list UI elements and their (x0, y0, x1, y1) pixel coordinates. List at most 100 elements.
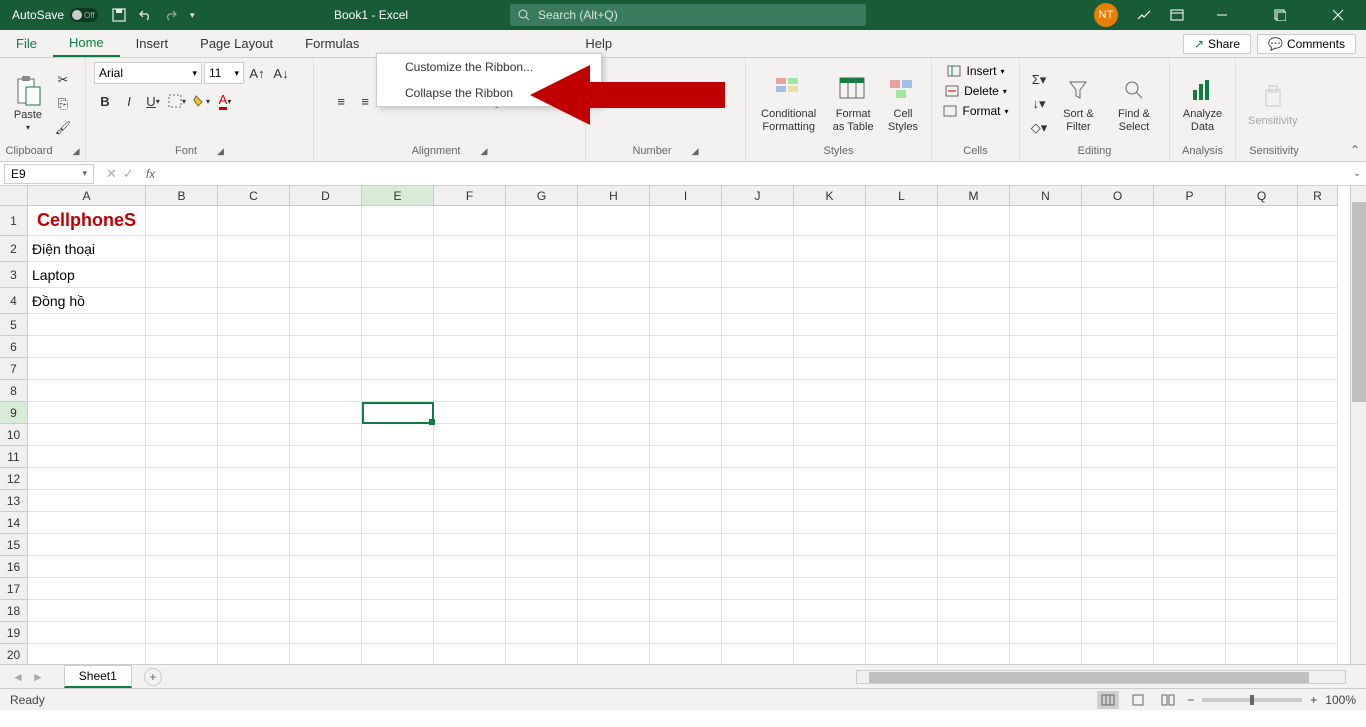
cell[interactable] (506, 358, 578, 380)
tab-file[interactable]: File (0, 30, 53, 57)
cell[interactable] (146, 380, 218, 402)
cell[interactable] (578, 336, 650, 358)
cell[interactable] (1082, 236, 1154, 262)
cell[interactable] (218, 490, 290, 512)
cell[interactable] (1154, 358, 1226, 380)
cell[interactable] (866, 206, 938, 236)
col-header[interactable]: M (938, 186, 1010, 206)
cell[interactable] (146, 512, 218, 534)
fill-icon[interactable]: ↓▾ (1028, 93, 1050, 115)
app-mode-icon[interactable] (1136, 7, 1152, 23)
cell[interactable] (938, 622, 1010, 644)
page-break-view-button[interactable] (1157, 691, 1179, 709)
cell[interactable] (362, 206, 434, 236)
cell[interactable] (506, 262, 578, 288)
col-header[interactable]: K (794, 186, 866, 206)
cell[interactable] (28, 490, 146, 512)
cell[interactable] (722, 262, 794, 288)
cell[interactable] (938, 424, 1010, 446)
fill-color-button[interactable]: ▾ (190, 90, 212, 112)
cell[interactable] (290, 644, 362, 664)
cell[interactable] (1082, 402, 1154, 424)
col-header[interactable]: I (650, 186, 722, 206)
cell[interactable] (1082, 622, 1154, 644)
row-header[interactable]: 12 (0, 468, 28, 490)
cell[interactable] (938, 556, 1010, 578)
cell[interactable] (722, 490, 794, 512)
cell[interactable] (1154, 512, 1226, 534)
cell[interactable] (1154, 534, 1226, 556)
bold-button[interactable]: B (94, 90, 116, 112)
cell[interactable] (1298, 262, 1338, 288)
normal-view-button[interactable] (1097, 691, 1119, 709)
cell[interactable] (794, 402, 866, 424)
cell[interactable] (1010, 402, 1082, 424)
col-header[interactable]: F (434, 186, 506, 206)
cell[interactable]: Điện thoại (28, 236, 146, 262)
cell[interactable] (938, 262, 1010, 288)
cell[interactable] (1298, 236, 1338, 262)
row-header[interactable]: 20 (0, 644, 28, 664)
undo-icon[interactable] (138, 8, 152, 22)
cell[interactable] (722, 512, 794, 534)
row-header[interactable]: 10 (0, 424, 28, 446)
cell[interactable] (794, 468, 866, 490)
cell[interactable] (1226, 578, 1298, 600)
cell[interactable] (1154, 236, 1226, 262)
cell[interactable] (794, 622, 866, 644)
cell[interactable] (650, 402, 722, 424)
cell[interactable] (146, 556, 218, 578)
cell[interactable] (1010, 556, 1082, 578)
cell[interactable] (218, 380, 290, 402)
cell[interactable] (290, 358, 362, 380)
cell[interactable] (1226, 512, 1298, 534)
cell[interactable] (218, 336, 290, 358)
cell[interactable] (1082, 314, 1154, 336)
cell[interactable] (218, 424, 290, 446)
cell[interactable] (1298, 578, 1338, 600)
cell[interactable] (506, 578, 578, 600)
cell[interactable] (1010, 314, 1082, 336)
cell[interactable] (434, 358, 506, 380)
cell[interactable] (362, 358, 434, 380)
cell[interactable] (1298, 490, 1338, 512)
cell[interactable] (866, 288, 938, 314)
decrease-font-icon[interactable]: A↓ (270, 62, 292, 84)
delete-cells-button[interactable]: Delete▾ (940, 82, 1011, 100)
cell[interactable] (578, 424, 650, 446)
cell[interactable] (1010, 288, 1082, 314)
cell[interactable] (146, 600, 218, 622)
cell[interactable] (146, 644, 218, 664)
cell[interactable] (434, 490, 506, 512)
cell[interactable] (866, 512, 938, 534)
cell[interactable] (362, 262, 434, 288)
cell[interactable] (1298, 644, 1338, 664)
cell[interactable] (650, 446, 722, 468)
row-header[interactable]: 5 (0, 314, 28, 336)
cell[interactable] (434, 262, 506, 288)
cell[interactable] (1082, 534, 1154, 556)
cell[interactable] (1154, 402, 1226, 424)
cell[interactable] (434, 622, 506, 644)
cell[interactable] (1082, 424, 1154, 446)
cell[interactable] (290, 206, 362, 236)
cell[interactable] (362, 622, 434, 644)
cell[interactable] (1010, 424, 1082, 446)
cell[interactable] (722, 380, 794, 402)
cell[interactable] (506, 236, 578, 262)
cell[interactable] (938, 644, 1010, 664)
cell[interactable] (650, 468, 722, 490)
cell[interactable] (28, 314, 146, 336)
cell[interactable] (1154, 380, 1226, 402)
zoom-in-button[interactable]: + (1310, 693, 1317, 707)
cell[interactable] (578, 206, 650, 236)
italic-button[interactable]: I (118, 90, 140, 112)
insert-cells-button[interactable]: Insert▾ (942, 62, 1008, 80)
paste-button[interactable]: Paste ▾ (8, 73, 48, 134)
cell[interactable] (578, 534, 650, 556)
cell[interactable] (290, 424, 362, 446)
cell[interactable] (578, 468, 650, 490)
cell[interactable] (362, 236, 434, 262)
cell[interactable] (146, 424, 218, 446)
align-left-icon[interactable]: ≡ (330, 90, 352, 112)
